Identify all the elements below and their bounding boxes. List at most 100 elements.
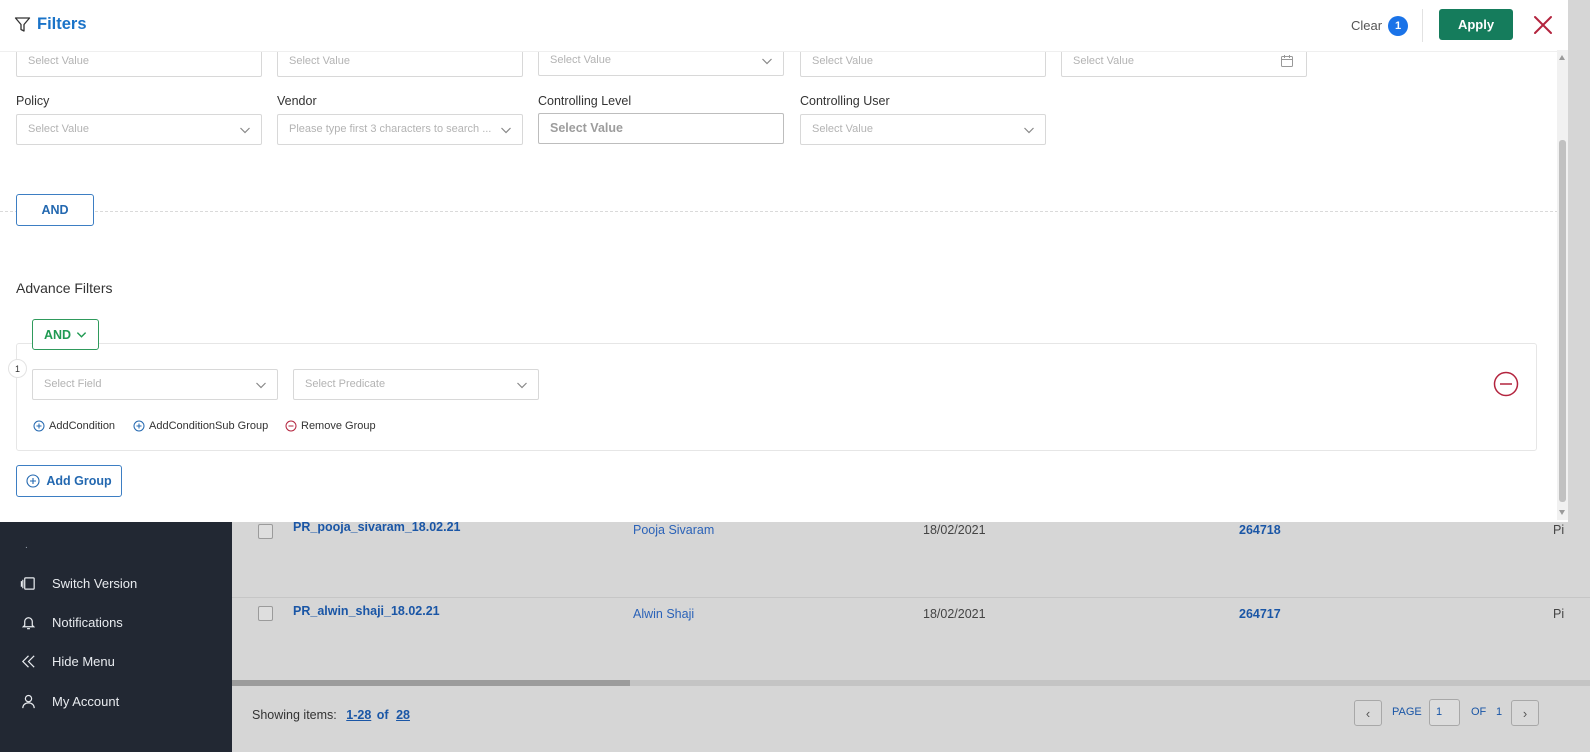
sidebar-item-label: Notifications	[52, 614, 123, 630]
field-placeholder: Select Predicate	[305, 378, 386, 390]
chevron-down-icon	[501, 127, 511, 134]
controlling-user-select[interactable]: Select Value	[800, 114, 1046, 145]
calendar-icon	[1281, 55, 1293, 67]
scroll-down-arrow-icon[interactable]	[1559, 510, 1565, 515]
table-row[interactable]: PR_pooja_sivaram_18.02.21 Pooja Sivaram …	[232, 514, 1590, 598]
add-condition-label: AddCondition	[49, 420, 116, 432]
chevron-left-icon: ‹	[1365, 705, 1371, 721]
sidebar-item-notifications[interactable]: Notifications	[0, 607, 232, 637]
field-placeholder: Select Value	[289, 55, 350, 67]
vertical-scrollbar[interactable]	[1557, 50, 1568, 520]
controlling-level-label: Controlling Level	[538, 94, 632, 108]
sidebar-item-label: Switch Version	[52, 575, 138, 591]
group-operator-dropdown[interactable]: AND	[32, 319, 99, 350]
add-group-label: Add Group	[46, 474, 112, 488]
add-condition-button[interactable]: AddCondition	[33, 420, 115, 432]
add-sub-group-label: AddConditionSub Group	[149, 420, 269, 432]
row-checkbox[interactable]	[258, 524, 273, 539]
field-placeholder: Select Value	[550, 54, 611, 66]
operator-label: AND	[43, 327, 72, 342]
row-date: 18/02/2021	[923, 523, 986, 537]
group-number-badge: 1	[8, 359, 27, 378]
of-text: of	[376, 708, 389, 722]
vendor-label: Vendor	[277, 94, 317, 108]
row-id-link[interactable]: 264717	[1239, 607, 1281, 621]
select-predicate-dropdown[interactable]: Select Predicate	[293, 369, 539, 400]
sidebar-item-switch-version[interactable]: Switch Version	[0, 568, 232, 598]
row-name-link[interactable]: PR_pooja_sivaram_18.02.21	[293, 520, 460, 534]
remove-condition-icon[interactable]	[1493, 371, 1519, 397]
plus-circle-icon	[133, 420, 145, 432]
chevron-right-icon: ›	[1522, 705, 1528, 721]
vendor-search-select[interactable]: Please type first 3 characters to search…	[277, 114, 523, 145]
controlling-user-label: Controlling User	[800, 94, 890, 108]
field-placeholder: Select Value	[28, 123, 89, 135]
filter-panel: Select Value Select Value Select Value S…	[0, 0, 1568, 522]
total-pages: 1	[1496, 706, 1503, 718]
select-field-dropdown[interactable]: Select Field	[32, 369, 278, 400]
horizontal-scrollbar-thumb[interactable]	[232, 680, 630, 686]
sidebar-dot: .	[25, 540, 28, 551]
field-placeholder: Select Value	[28, 55, 89, 67]
remove-group-button[interactable]: Remove Group	[285, 420, 376, 432]
apply-button[interactable]: Apply	[1439, 9, 1513, 40]
table-row[interactable]: PR_alwin_shaji_18.02.21 Alwin Shaji 18/0…	[232, 598, 1590, 682]
row-user-link[interactable]: Pooja Sivaram	[633, 523, 714, 537]
page-label: PAGE	[1392, 706, 1422, 718]
sidebar-item-hide-menu[interactable]: Hide Menu	[0, 646, 232, 676]
user-icon	[0, 693, 52, 710]
next-page-button[interactable]: ›	[1511, 700, 1539, 726]
plus-circle-icon	[33, 420, 45, 432]
row-truncated-cell: Pi	[1553, 523, 1565, 537]
bell-icon	[0, 614, 52, 631]
showing-label: Showing items:	[252, 708, 337, 722]
chevron-down-icon	[76, 332, 87, 338]
section-divider	[0, 211, 1568, 212]
of-label: OF	[1471, 706, 1487, 718]
chevron-down-icon	[762, 58, 772, 65]
filter-header: Filters Clear 1 Apply	[0, 0, 1568, 52]
row-id-link[interactable]: 264718	[1239, 523, 1281, 537]
total-link[interactable]: 28	[396, 708, 410, 722]
plus-circle-icon	[26, 474, 40, 488]
row-date: 18/02/2021	[923, 607, 986, 621]
field-placeholder: Select Value	[550, 121, 623, 135]
row-user-link[interactable]: Alwin Shaji	[633, 607, 694, 621]
policy-select[interactable]: Select Value	[16, 114, 262, 145]
and-operator-button[interactable]: AND	[16, 194, 94, 226]
add-sub-group-button[interactable]: AddConditionSub Group	[133, 420, 268, 432]
minus-circle-icon	[285, 420, 297, 432]
page-input[interactable]: 1	[1429, 699, 1460, 726]
filter-title-wrap: Filters	[14, 15, 87, 34]
clear-button[interactable]: Clear	[1351, 18, 1382, 33]
sidebar-item-label: Hide Menu	[52, 653, 115, 669]
field-placeholder: Select Field	[44, 378, 102, 390]
controlling-level-input[interactable]: Select Value	[538, 113, 784, 144]
row-checkbox[interactable]	[258, 606, 273, 621]
row-truncated-cell: Pi	[1553, 607, 1565, 621]
policy-label: Policy	[16, 94, 50, 108]
vertical-scrollbar-thumb[interactable]	[1559, 140, 1566, 502]
close-icon[interactable]	[1531, 13, 1555, 37]
prev-page-button[interactable]: ‹	[1354, 700, 1382, 726]
showing-items: Showing items: 1-28 of 28	[252, 708, 410, 722]
scroll-up-arrow-icon[interactable]	[1559, 55, 1565, 60]
sidebar-item-my-account[interactable]: My Account	[0, 686, 232, 716]
sidebar-item-label: My Account	[52, 693, 120, 709]
chevron-down-icon	[256, 382, 266, 389]
advance-filters-title: Advance Filters	[16, 280, 113, 296]
filter-icon	[14, 17, 31, 32]
range-link[interactable]: 1-28	[346, 708, 371, 722]
field-placeholder: Select Value	[812, 55, 873, 67]
field-placeholder: Please type first 3 characters to search…	[289, 123, 492, 135]
chevron-down-icon	[1024, 127, 1034, 134]
row-name-link[interactable]: PR_alwin_shaji_18.02.21	[293, 604, 440, 618]
horizontal-scrollbar[interactable]	[232, 680, 1590, 686]
page-title: Filters	[37, 15, 87, 33]
field-placeholder: Select Value	[812, 123, 873, 135]
chevron-down-icon	[517, 382, 527, 389]
switch-version-icon	[0, 575, 52, 592]
add-group-button[interactable]: Add Group	[16, 465, 122, 497]
active-filter-count-badge: 1	[1388, 16, 1408, 36]
header-divider	[1422, 9, 1423, 42]
